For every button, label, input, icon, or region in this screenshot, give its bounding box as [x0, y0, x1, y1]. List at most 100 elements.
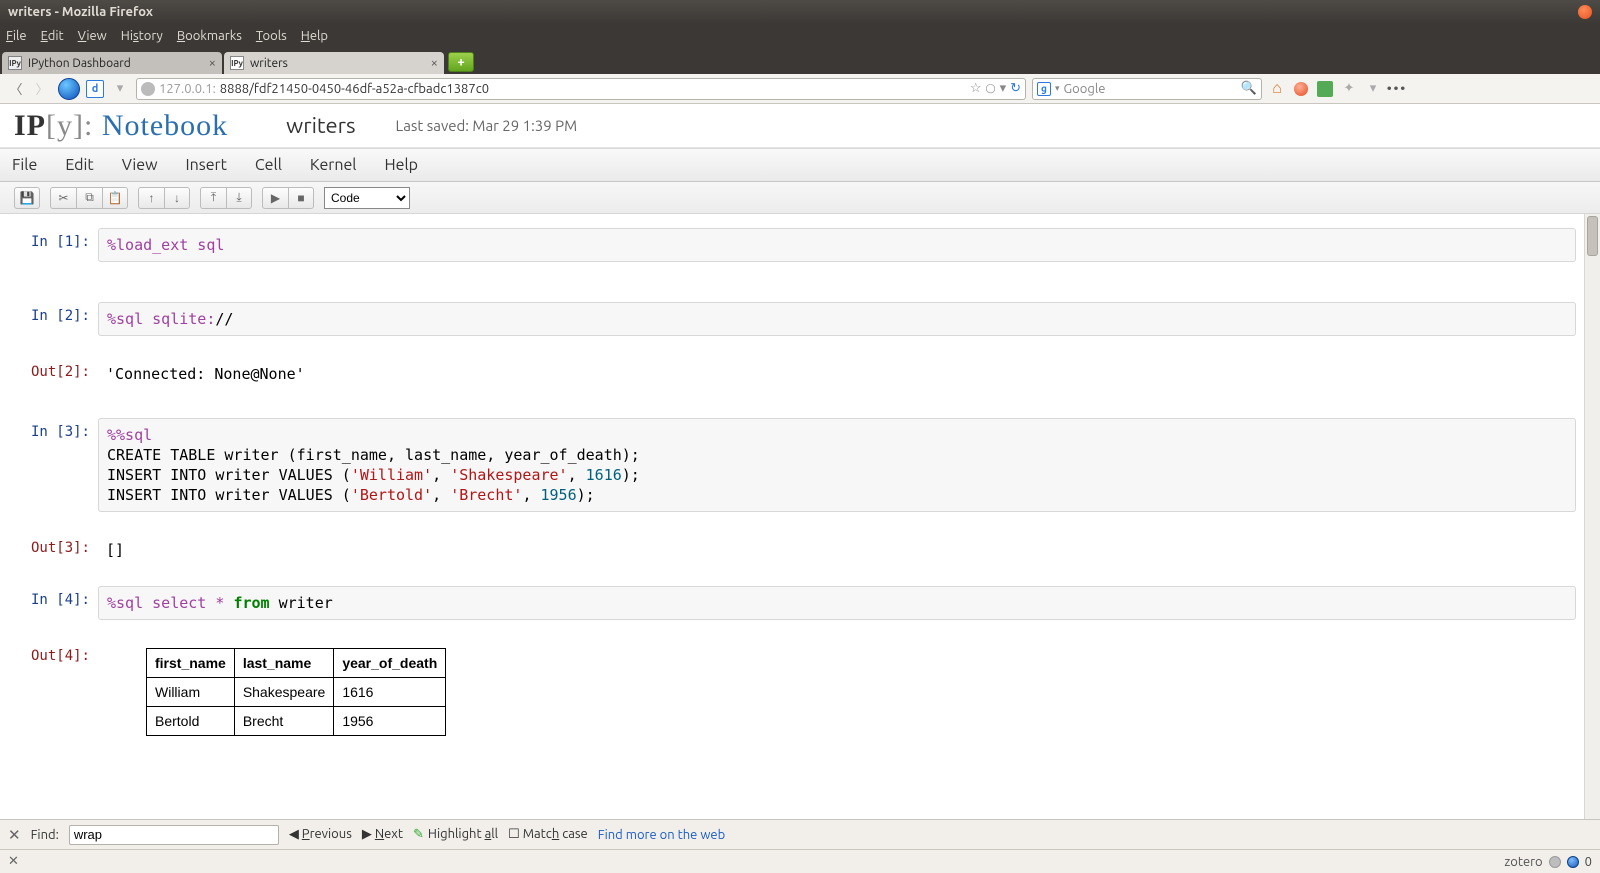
tab-ipython-dashboard[interactable]: IPy IPython Dashboard × — [2, 52, 222, 74]
url-host: 127.0.0.1: — [159, 82, 216, 96]
toolbar-icon-1[interactable]: ✦ — [1340, 80, 1358, 98]
ff-menu-tools[interactable]: Tools — [256, 29, 287, 43]
ff-menu-edit[interactable]: Edit — [41, 29, 64, 43]
nb-menu-insert[interactable]: Insert — [186, 156, 227, 174]
find-input[interactable] — [69, 825, 279, 845]
status-count: 0 — [1585, 855, 1592, 869]
insert-above-button[interactable]: ⤒ — [200, 187, 226, 209]
notebook-title[interactable]: writers — [286, 113, 355, 138]
find-more-link[interactable]: Find more on the web — [598, 828, 725, 842]
zotero-label[interactable]: zotero — [1504, 855, 1542, 869]
evernote-icon[interactable] — [1316, 80, 1334, 98]
ipython-logo: IP[y]: Notebook — [14, 109, 228, 143]
match-case-checkbox[interactable]: ☐ Match case — [508, 827, 588, 842]
overflow-button[interactable]: ••• — [1388, 80, 1406, 98]
find-prev-button[interactable]: ◀ Previous — [289, 827, 352, 842]
url-bar[interactable]: 127.0.0.1: 8888/fdf21450-0450-46df-a52a-c… — [136, 78, 1026, 100]
copy-button[interactable]: ⧉ — [76, 187, 102, 209]
in-prompt: In [3]: — [6, 418, 98, 512]
nb-menu-kernel[interactable]: Kernel — [310, 156, 357, 174]
nav-toolbar: 〈 〉 d ▾ 127.0.0.1: 8888/fdf21450-0450-46d… — [0, 74, 1600, 104]
ff-menu-view[interactable]: View — [78, 29, 107, 43]
new-tab-button[interactable]: + — [448, 52, 474, 72]
dropdown-icon[interactable]: ▾ — [1000, 81, 1007, 96]
notebook-body: In [1]: %load_ext sql In [2]: %sql sqlit… — [0, 214, 1582, 819]
close-icon[interactable]: × — [431, 56, 438, 70]
cut-button[interactable]: ✂ — [50, 187, 76, 209]
paste-button[interactable]: 📋 — [102, 187, 128, 209]
find-bar: ✕ Find: ◀ Previous ▶ Next ✎Highlight all… — [0, 819, 1600, 849]
interrupt-button[interactable]: ■ — [288, 187, 314, 209]
out-prompt: Out[4]: — [6, 642, 98, 742]
out-prompt: Out[3]: — [6, 534, 98, 566]
search-bar[interactable]: g ▾ Google 🔍 — [1032, 78, 1262, 100]
notebook-toolbar: 💾 ✂ ⧉ 📋 ↑ ↓ ⤒ ⤓ ▶ ■ Code — [0, 182, 1600, 214]
code-input[interactable]: %%sql CREATE TABLE writer (first_name, l… — [98, 418, 1576, 512]
google-icon: g — [1037, 82, 1051, 96]
insert-below-button[interactable]: ⤓ — [226, 187, 252, 209]
reload-button[interactable]: ↻ — [1010, 81, 1021, 96]
col-last-name: last_name — [234, 649, 334, 678]
dropdown-icon[interactable]: ▾ — [110, 79, 130, 99]
tab-label: writers — [250, 57, 288, 70]
home-button[interactable]: ⌂ — [1268, 80, 1286, 98]
search-placeholder: Google — [1064, 82, 1106, 96]
output-text: [] — [98, 534, 1576, 566]
table-row: William Shakespeare 1616 — [147, 678, 446, 707]
toolbar-icon-2[interactable]: ▾ — [1364, 80, 1382, 98]
firefox-menubar: File Edit View History Bookmarks Tools H… — [0, 24, 1600, 48]
close-icon[interactable]: × — [209, 56, 216, 70]
code-input[interactable]: %sql sqlite:// — [98, 302, 1576, 336]
favicon-icon: IPy — [230, 56, 244, 70]
cell-1[interactable]: In [1]: %load_ext sql — [6, 228, 1576, 262]
move-down-button[interactable]: ↓ — [164, 187, 190, 209]
in-prompt: In [2]: — [6, 302, 98, 336]
delicious-icon[interactable]: d — [86, 80, 104, 98]
nb-menu-view[interactable]: View — [122, 156, 158, 174]
cell-2[interactable]: In [2]: %sql sqlite:// — [6, 302, 1576, 336]
cell-3[interactable]: In [3]: %%sql CREATE TABLE writer (first… — [6, 418, 1576, 512]
site-identity-icon[interactable] — [141, 82, 155, 96]
url-path: 8888/fdf21450-0450-46df-a52a-cfbadc1387c… — [220, 82, 489, 96]
browser-globe-icon[interactable] — [58, 78, 80, 100]
feed-icon[interactable]: ◯ — [985, 83, 995, 94]
tab-strip: IPy IPython Dashboard × IPy writers × + — [0, 48, 1600, 74]
save-button[interactable]: 💾 — [14, 187, 40, 209]
findbar-close-icon[interactable]: ✕ — [8, 826, 21, 844]
in-prompt: In [1]: — [6, 228, 98, 262]
cell-4-output: Out[4]: first_name last_name year_of_dea… — [6, 642, 1576, 742]
ff-menu-help[interactable]: Help — [301, 29, 328, 43]
nb-menu-edit[interactable]: Edit — [65, 156, 93, 174]
scrollbar-thumb[interactable] — [1587, 216, 1598, 256]
vertical-scrollbar[interactable] — [1584, 214, 1600, 819]
search-dropdown-icon[interactable]: ▾ — [1055, 83, 1060, 94]
ff-menu-bookmarks[interactable]: Bookmarks — [177, 29, 242, 43]
find-next-button[interactable]: ▶ Next — [362, 827, 403, 842]
code-input[interactable]: %load_ext sql — [98, 228, 1576, 262]
nb-menu-file[interactable]: File — [12, 156, 37, 174]
forward-button[interactable]: 〉 — [32, 79, 52, 99]
ff-menu-history[interactable]: History — [121, 29, 163, 43]
tab-writers[interactable]: IPy writers × — [224, 52, 444, 74]
ff-menu-file[interactable]: File — [6, 29, 27, 43]
window-titlebar: writers - Mozilla Firefox — [0, 0, 1600, 24]
col-first-name: first_name — [147, 649, 235, 678]
run-button[interactable]: ▶ — [262, 187, 288, 209]
cell-3-output: Out[3]: [] — [6, 534, 1576, 566]
status-blue-icon[interactable] — [1567, 856, 1579, 868]
last-saved-text: Last saved: Mar 29 1:39 PM — [396, 117, 578, 134]
back-button[interactable]: 〈 — [6, 79, 26, 99]
statusbar-close-icon[interactable]: ✕ — [8, 854, 19, 869]
cell-4[interactable]: In [4]: %sql select * from writer — [6, 586, 1576, 620]
bookmark-star-icon[interactable]: ☆ — [970, 81, 982, 96]
cell-type-select[interactable]: Code — [324, 187, 410, 209]
highlight-all-button[interactable]: ✎Highlight all — [413, 827, 498, 842]
nb-menu-help[interactable]: Help — [385, 156, 419, 174]
toolbar-red-icon[interactable] — [1292, 80, 1310, 98]
window-close-button[interactable] — [1578, 5, 1592, 19]
status-grey-icon[interactable] — [1549, 856, 1561, 868]
move-up-button[interactable]: ↑ — [138, 187, 164, 209]
search-icon[interactable]: 🔍 — [1241, 81, 1257, 96]
code-input[interactable]: %sql select * from writer — [98, 586, 1576, 620]
nb-menu-cell[interactable]: Cell — [255, 156, 282, 174]
